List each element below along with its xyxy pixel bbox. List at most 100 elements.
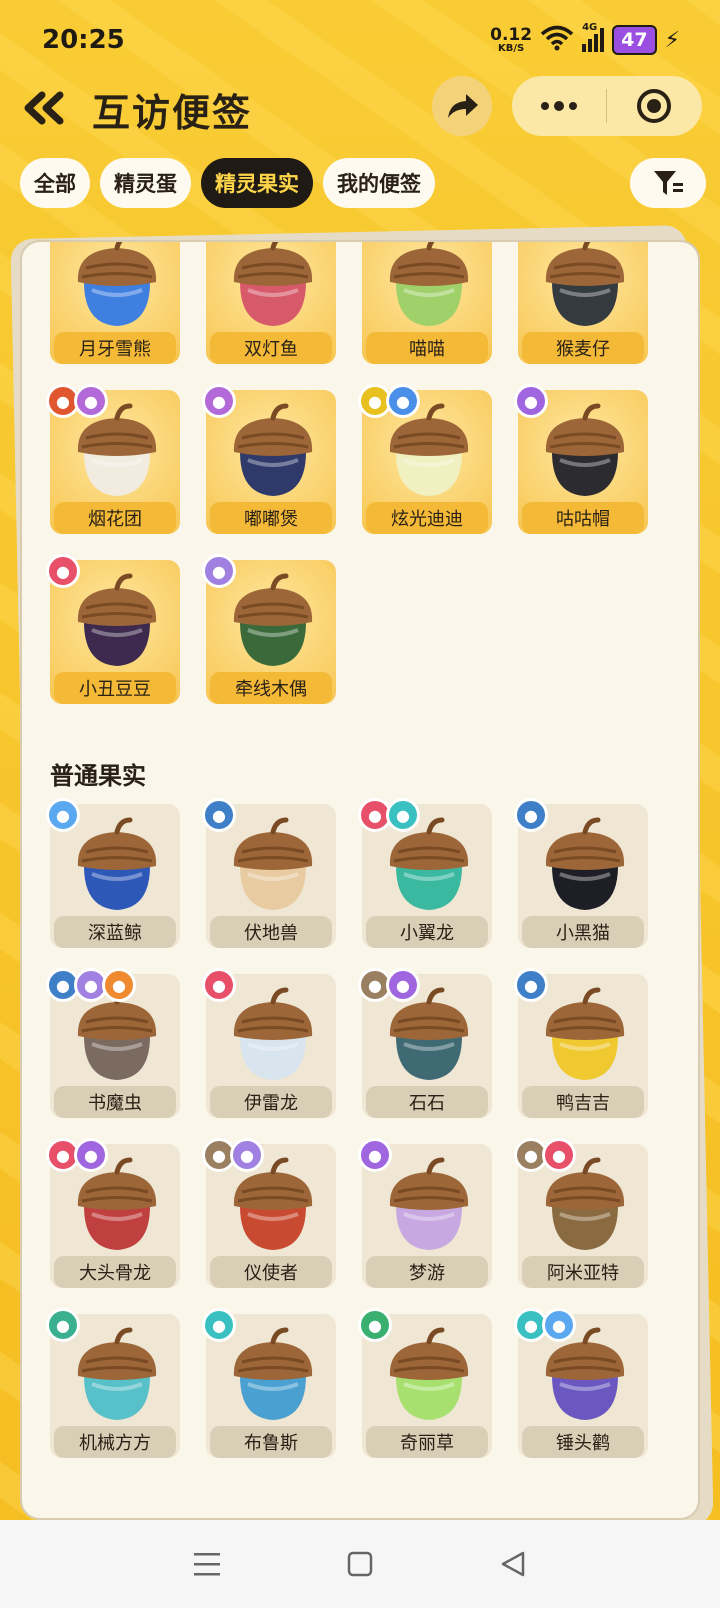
nav-home-button[interactable] — [340, 1544, 380, 1584]
type-badges: ● — [202, 554, 236, 588]
acorn-fruit-icon — [389, 242, 469, 326]
fruit-card[interactable]: 梦游 ● — [358, 1138, 492, 1294]
acorn-fruit-icon — [545, 242, 625, 326]
fruit-name: 深蓝鲸 — [54, 916, 176, 948]
element-type-icon: ● — [102, 968, 136, 1002]
status-icons: 0.12 KB/S 4G 47 ⚡ — [490, 22, 680, 55]
status-time: 20:25 — [42, 25, 125, 55]
acorn-fruit-icon — [77, 242, 157, 326]
element-type-icon: ● — [202, 384, 236, 418]
fruit-card[interactable]: 机械方方 ● — [46, 1308, 180, 1464]
fruit-card[interactable]: 鸭吉吉 ● — [514, 968, 648, 1124]
fruit-card[interactable]: 小翼龙 ● ● — [358, 798, 492, 954]
fruit-card[interactable]: 深蓝鲸 ● — [46, 798, 180, 954]
signal-type-label: 4G — [582, 22, 598, 33]
fruit-card[interactable]: 伏地兽 ● — [202, 798, 336, 954]
charging-icon: ⚡ — [664, 27, 680, 53]
more-button[interactable] — [512, 76, 606, 136]
double-chevron-left-icon — [24, 91, 64, 125]
target-icon — [637, 89, 671, 123]
element-type-icon: ● — [358, 1138, 392, 1172]
fruit-card[interactable]: 烟花团 ● ● — [46, 384, 180, 540]
share-button[interactable] — [432, 76, 492, 136]
battery-indicator: 47 — [612, 25, 657, 55]
fruit-name: 阿米亚特 — [522, 1256, 644, 1288]
fruit-name: 烟花团 — [54, 502, 176, 534]
tab-my-notes[interactable]: 我的便签 — [323, 158, 435, 208]
acorn-fruit-icon — [233, 242, 313, 326]
net-speed-value: 0.12 — [490, 24, 533, 45]
tab-spirit-egg[interactable]: 精灵蛋 — [100, 158, 191, 208]
fruit-card[interactable]: 石石 ● ● — [358, 968, 492, 1124]
type-badges: ● ● — [358, 798, 420, 832]
fruit-card[interactable]: 阿米亚特 ● ● — [514, 1138, 648, 1294]
nav-menu-button[interactable] — [187, 1544, 227, 1584]
fruit-card[interactable]: 猴麦仔 — [518, 242, 648, 370]
element-type-icon: ● — [386, 384, 420, 418]
fruit-card[interactable]: 月牙雪熊 — [50, 242, 180, 370]
element-type-icon: ● — [46, 554, 80, 588]
net-speed: 0.12 KB/S — [490, 24, 533, 54]
fruit-card[interactable]: 小丑豆豆 ● — [46, 554, 180, 710]
section-title-normal-fruit: 普通果实 — [50, 762, 146, 790]
fruit-name: 咕咕帽 — [522, 502, 644, 534]
fruit-card[interactable]: 牵线木偶 ● — [202, 554, 336, 710]
fruit-card[interactable]: 书魔虫 ● ● ● — [46, 968, 180, 1124]
fruit-name: 嘟嘟煲 — [210, 502, 332, 534]
back-button[interactable] — [20, 86, 68, 130]
element-type-icon: ● — [514, 968, 548, 1002]
acorn-fruit-icon — [233, 1327, 313, 1420]
type-badges: ● ● — [514, 1308, 576, 1342]
close-miniapp-button[interactable] — [607, 76, 701, 136]
signal-icon: 4G — [582, 22, 605, 52]
fruit-name: 炫光迪迪 — [366, 502, 488, 534]
element-type-icon: ● — [514, 798, 548, 832]
type-badges: ● — [514, 384, 548, 418]
element-type-icon: ● — [46, 798, 80, 832]
acorn-fruit-icon — [77, 817, 157, 910]
type-badges: ● — [514, 798, 548, 832]
fruit-card[interactable]: 仪使者 ● ● — [202, 1138, 336, 1294]
fruit-name: 猴麦仔 — [522, 332, 644, 364]
fruit-name: 大头骨龙 — [54, 1256, 176, 1288]
fruit-card[interactable]: 炫光迪迪 ● ● — [358, 384, 492, 540]
fruit-card[interactable]: 伊雷龙 ● — [202, 968, 336, 1124]
tab-spirit-fruit[interactable]: 精灵果实 — [201, 158, 313, 208]
element-type-icon: ● — [46, 1308, 80, 1342]
type-badges: ● — [46, 554, 80, 588]
type-badges: ● — [358, 1308, 392, 1342]
fruit-card[interactable]: 奇丽草 ● — [358, 1308, 492, 1464]
fruit-name: 小丑豆豆 — [54, 672, 176, 704]
fruit-name: 书魔虫 — [54, 1086, 176, 1118]
wifi-icon — [540, 25, 574, 55]
fruit-card[interactable]: 嘟嘟煲 ● — [202, 384, 336, 540]
page-title: 互访便签 — [92, 91, 253, 135]
acorn-fruit-icon — [389, 1157, 469, 1250]
element-type-icon: ● — [542, 1308, 576, 1342]
element-type-icon: ● — [202, 554, 236, 588]
nav-back-button[interactable] — [493, 1544, 533, 1584]
acorn-fruit-icon — [545, 987, 625, 1080]
filter-button[interactable] — [630, 158, 706, 208]
status-bar: 20:25 0.12 KB/S 4G 47 ⚡ — [0, 0, 720, 80]
acorn-fruit-icon — [233, 987, 313, 1080]
fruit-card[interactable]: 布鲁斯 ● — [202, 1308, 336, 1464]
fruit-card[interactable]: 喵喵 — [362, 242, 492, 370]
fruit-name: 布鲁斯 — [210, 1426, 332, 1458]
element-type-icon: ● — [202, 798, 236, 832]
fruit-card[interactable]: 咕咕帽 ● — [514, 384, 648, 540]
tab-all[interactable]: 全部 — [20, 158, 90, 208]
filter-funnel-icon — [654, 171, 683, 195]
element-type-icon: ● — [74, 1138, 108, 1172]
element-type-icon: ● — [74, 384, 108, 418]
type-badges: ● ● — [358, 384, 420, 418]
back-triangle-icon — [502, 1551, 525, 1577]
fruit-name: 梦游 — [366, 1256, 488, 1288]
fruit-card[interactable]: 大头骨龙 ● ● — [46, 1138, 180, 1294]
fruit-card[interactable]: 双灯鱼 — [206, 242, 336, 370]
element-type-icon: ● — [386, 798, 420, 832]
menu-lines-icon — [193, 1553, 220, 1576]
fruit-card[interactable]: 小黑猫 ● — [514, 798, 648, 954]
fruit-card[interactable]: 锤头鹳 ● ● — [514, 1308, 648, 1464]
fruit-name: 鸭吉吉 — [522, 1086, 644, 1118]
